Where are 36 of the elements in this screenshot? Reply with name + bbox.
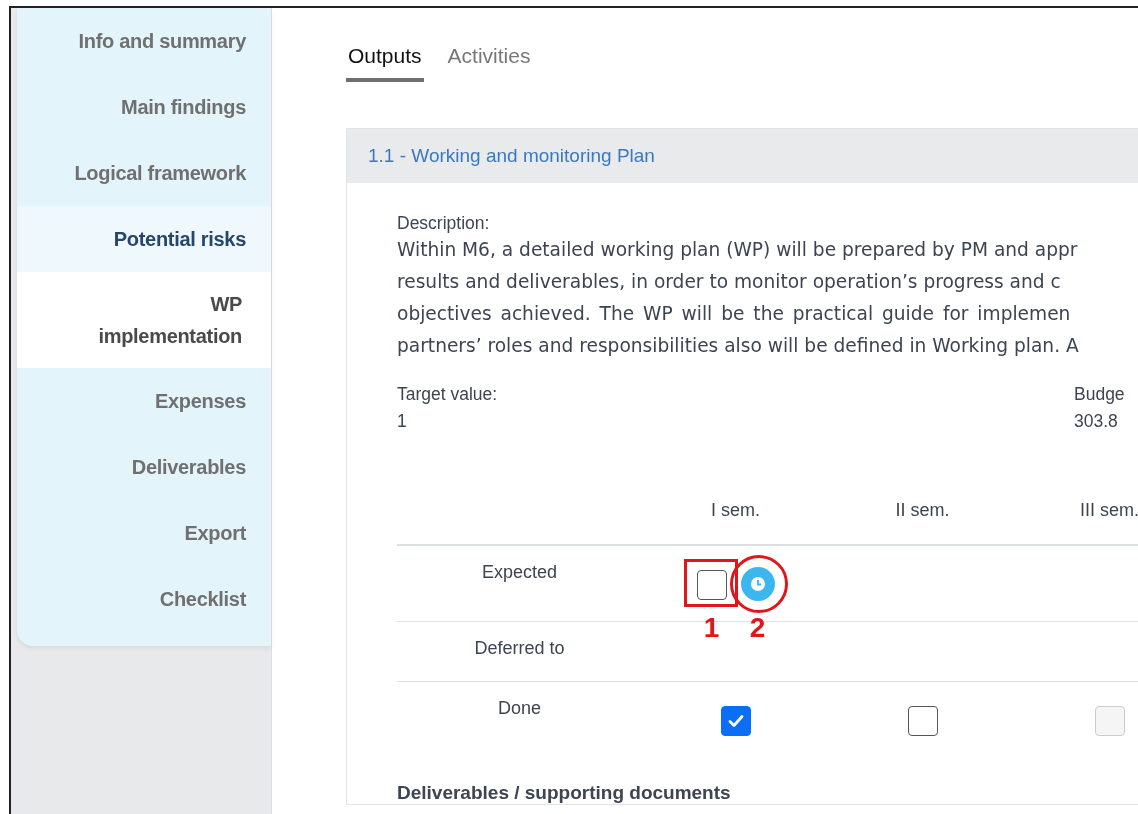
sidebar-item[interactable]: Potential risks [17,206,271,272]
description-label: Description: [397,213,491,234]
row-label: Expected [481,562,558,582]
tab[interactable]: Outputs [346,44,424,82]
row-label: Done [498,698,541,718]
tab[interactable]: Activities [445,44,533,82]
sidebar-item[interactable]: WP implementation [17,272,271,368]
column-header: III sem. [1079,500,1138,522]
column-header: I sem. [710,500,761,522]
description-text: Within M6, a detailed working plan (WP) will be prepared by PM and appr [397,238,1079,262]
annotation-circle [729,555,788,613]
sidebar-item[interactable]: Export [17,500,271,566]
field-label: Budge [1074,384,1126,405]
field-value: 1 [397,411,408,432]
field-value: 303.8 [1074,411,1119,432]
sidebar-item[interactable]: Logical framework [17,140,271,206]
column-header: II sem. [894,500,951,522]
sidebar-item[interactable]: Main findings [17,74,271,140]
description-text: objectives achieved. The WP will be the practical guide for implemen [397,302,1072,326]
checkbox[interactable] [907,706,938,736]
sidebar-item[interactable]: Deliverables [17,434,271,500]
field-label: Target value: [397,384,499,405]
clock-icon [749,576,766,592]
checkbox[interactable] [720,706,751,736]
description-text: results and deliverables, in order to monitor operation’s progress and c [397,270,1062,294]
section-heading: Deliverables / supporting documents [397,782,732,804]
annotation-rectangle [683,559,738,607]
row-label: Deferred to [474,638,565,658]
annotation-number: 2 [748,612,767,644]
sidebar-item[interactable]: Info and summary [17,8,271,74]
checkbox[interactable] [696,570,727,600]
description-text: partners’ roles and responsibilities also will be defined in Working plan. A [397,334,1080,358]
annotation-number: 1 [702,612,721,644]
sidebar-item[interactable]: Expenses [17,368,271,434]
sidebar-item[interactable]: Checklist [17,566,271,632]
output-title-link[interactable]: 1.1 - Working and monitoring Plan [368,145,655,167]
